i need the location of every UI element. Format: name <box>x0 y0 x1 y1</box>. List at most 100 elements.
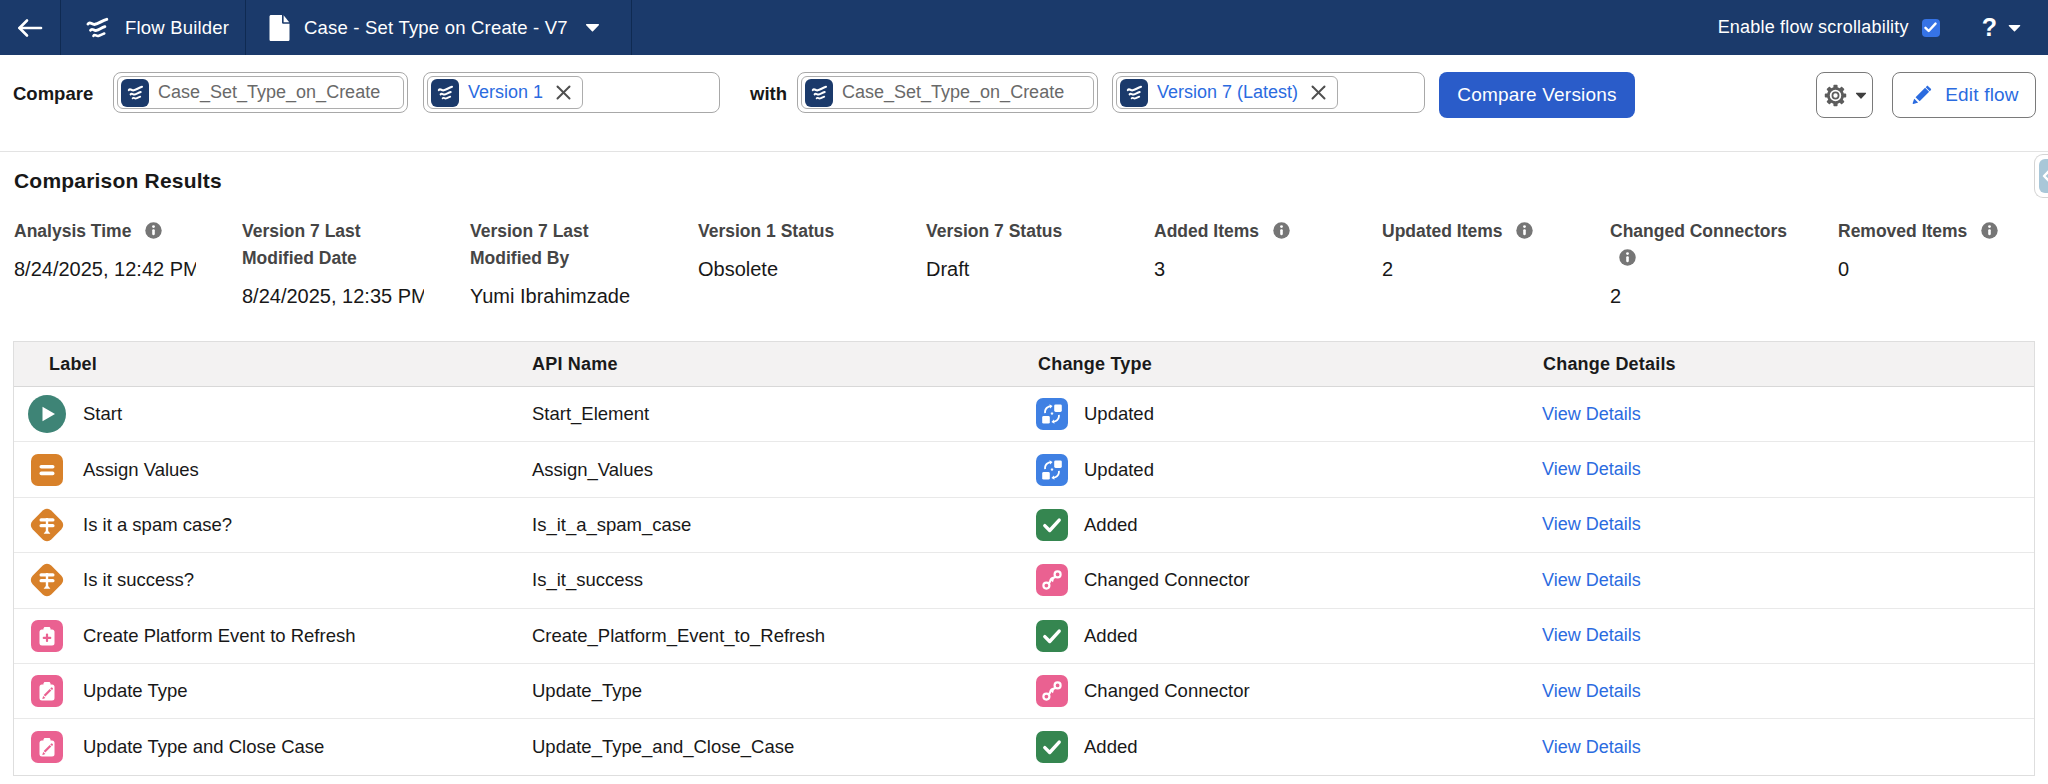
summary-item: Analysis Time 8/24/2025, 12:42 PM <box>14 218 196 308</box>
remove-version-2-icon[interactable] <box>1309 83 1328 102</box>
flow-builder-logo-icon <box>84 14 111 41</box>
scrollability-checkbox[interactable] <box>1922 19 1940 37</box>
summary-item: Added Items 3 <box>1154 218 1336 308</box>
flow-combobox-1[interactable]: Case_Set_Type_on_Create <box>113 72 408 113</box>
view-details-link[interactable]: View Details <box>1542 681 1641 701</box>
summary-label: Changed Connectors <box>1610 218 1792 272</box>
api-name-cell: Is_it_a_spam_case <box>519 514 1025 536</box>
label-cell: Start <box>14 395 519 433</box>
api-name-cell: Assign_Values <box>519 459 1025 481</box>
updated-change-icon <box>1036 398 1068 430</box>
version-pill-1: Version 1 <box>427 76 583 109</box>
table-row: Assign Values Assign_Values Updated View… <box>14 442 2034 497</box>
summary-value: 2 <box>1382 257 1564 281</box>
summary-item: Version 7 StatusDraft <box>926 218 1108 308</box>
change-type-cell: Updated <box>1025 398 1530 430</box>
view-details-link[interactable]: View Details <box>1542 625 1641 645</box>
navbar-spacer <box>632 0 1718 55</box>
element-label: Is it a spam case? <box>83 514 232 536</box>
api-name-cell: Create_Platform_Event_to_Refresh <box>519 625 1025 647</box>
table-row: Is it success? Is_it_success Changed Con… <box>14 553 2034 608</box>
version-pill-1-label: Version 1 <box>468 82 543 103</box>
navbar: Flow Builder Case - Set Type on Create -… <box>0 0 2048 55</box>
version-combobox-2[interactable]: Version 7 (Latest) <box>1112 72 1425 113</box>
element-label: Create Platform Event to Refresh <box>83 625 355 647</box>
info-icon[interactable] <box>145 222 162 239</box>
table-row: Create Platform Event to Refresh Create_… <box>14 609 2034 664</box>
added-change-icon <box>1036 731 1068 763</box>
edit-flow-label: Edit flow <box>1945 84 2019 106</box>
info-icon[interactable] <box>1619 249 1636 266</box>
info-icon[interactable] <box>1516 222 1533 239</box>
label-cell: Update Type <box>14 675 519 707</box>
start-icon <box>26 395 68 433</box>
added-change-icon <box>1036 509 1068 541</box>
change-details-cell: View Details <box>1530 737 2034 758</box>
summary-value: 8/24/2025, 12:35 PM <box>242 284 424 308</box>
version-pill-2-label: Version 7 (Latest) <box>1157 82 1298 103</box>
change-type-label: Changed Connector <box>1084 569 1250 591</box>
scrollability-label: Enable flow scrollability <box>1718 17 1909 38</box>
flow-title: Case - Set Type on Create - V7 <box>304 17 568 39</box>
chevron-down-icon <box>585 23 600 32</box>
navbar-right: Enable flow scrollability ? <box>1718 0 2048 55</box>
flow-icon <box>431 79 459 107</box>
summary-item: Updated Items 2 <box>1382 218 1564 308</box>
back-button[interactable] <box>0 0 61 55</box>
api-name-cell: Update_Type <box>519 680 1025 702</box>
assignment-icon <box>26 454 68 486</box>
info-icon[interactable] <box>1273 222 1290 239</box>
element-label: Assign Values <box>83 459 199 481</box>
view-details-link[interactable]: View Details <box>1542 737 1641 757</box>
help-chevron-down-icon[interactable] <box>2008 24 2021 32</box>
summary-label: Analysis Time <box>14 218 196 245</box>
label-cell: Assign Values <box>14 454 519 486</box>
help-button[interactable]: ? <box>1982 13 1997 42</box>
view-details-link[interactable]: View Details <box>1542 459 1641 479</box>
summary-value: Yumi Ibrahimzade <box>470 284 652 308</box>
summary-item: Version 7 Last Modified Date8/24/2025, 1… <box>242 218 424 308</box>
summary-value: 3 <box>1154 257 1336 281</box>
added-change-icon <box>1036 620 1068 652</box>
label-cell: Is it success? <box>14 560 519 600</box>
version-pill-2: Version 7 (Latest) <box>1116 76 1338 109</box>
change-type-label: Updated <box>1084 459 1154 481</box>
element-label: Update Type and Close Case <box>83 736 324 758</box>
summary-label: Version 7 Last Modified By <box>470 218 652 272</box>
chevron-left-icon <box>2039 159 2048 193</box>
view-details-link[interactable]: View Details <box>1542 514 1641 534</box>
gear-chevron-down-icon <box>1855 92 1867 99</box>
compare-versions-button[interactable]: Compare Versions <box>1439 72 1635 118</box>
edit-flow-button[interactable]: Edit flow <box>1892 72 2036 118</box>
collapse-panel-button[interactable] <box>2034 154 2048 198</box>
back-arrow-icon <box>15 15 45 41</box>
column-header: Change Details <box>1530 354 2034 375</box>
table-header: LabelAPI NameChange TypeChange Details <box>14 342 2034 387</box>
flow-icon <box>805 79 833 107</box>
decision-icon <box>26 505 68 545</box>
summary-value: 8/24/2025, 12:42 PM <box>14 257 196 281</box>
column-header: API Name <box>519 354 1025 375</box>
version-combobox-1[interactable]: Version 1 <box>423 72 720 113</box>
comparison-results-title: Comparison Results <box>14 169 222 193</box>
record-update-icon <box>26 675 68 707</box>
view-details-link[interactable]: View Details <box>1542 570 1641 590</box>
change-type-cell: Changed Connector <box>1025 675 1530 707</box>
remove-version-1-icon[interactable] <box>554 83 573 102</box>
change-details-cell: View Details <box>1530 625 2034 646</box>
change-type-label: Changed Connector <box>1084 680 1250 702</box>
summary-value: Draft <box>926 257 1108 281</box>
app-header: Flow Builder <box>61 0 246 55</box>
flow-combobox-2[interactable]: Case_Set_Type_on_Create <box>797 72 1098 113</box>
table-row: Is it a spam case? Is_it_a_spam_case Add… <box>14 498 2034 553</box>
info-icon[interactable] <box>1981 222 1998 239</box>
summary-value: 0 <box>1838 257 2020 281</box>
change-type-label: Added <box>1084 625 1138 647</box>
updated-change-icon <box>1036 454 1068 486</box>
settings-menu-button[interactable] <box>1816 72 1873 118</box>
view-details-link[interactable]: View Details <box>1542 404 1641 424</box>
connector-change-icon <box>1036 675 1068 707</box>
api-name-cell: Is_it_success <box>519 569 1025 591</box>
flow-title-menu[interactable]: Case - Set Type on Create - V7 <box>246 0 632 55</box>
label-cell: Update Type and Close Case <box>14 731 519 763</box>
